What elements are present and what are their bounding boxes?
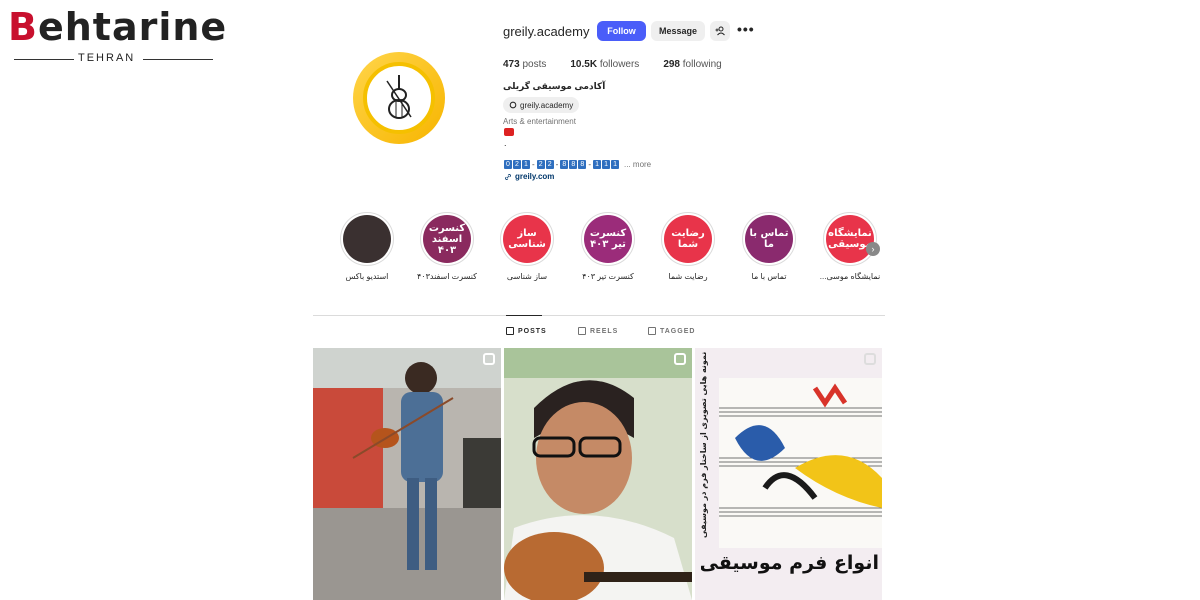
- highlight-contact[interactable]: تماس با ما تماس با ما: [729, 212, 809, 281]
- website-link[interactable]: greily.com: [504, 172, 554, 181]
- post-tile[interactable]: [313, 348, 501, 600]
- carousel-icon: [864, 353, 876, 365]
- post-caption: انواع فرم موسیقی: [701, 552, 879, 574]
- followers-stat[interactable]: 10.5K followers: [570, 59, 639, 70]
- highlight-label: تماس با ما: [751, 272, 787, 281]
- following-stat[interactable]: 298 following: [663, 59, 721, 70]
- add-user-icon: [715, 26, 725, 36]
- reel-icon: [483, 353, 495, 365]
- telephone-icon: [504, 128, 514, 136]
- post-image-violin-boy: [313, 348, 501, 600]
- avatar-logo: [363, 62, 435, 134]
- post-tile[interactable]: نمونه هایی تصویری از ساختار فرم در موسیق…: [695, 348, 882, 600]
- highlight-thumbnail: کنسرت اسفند ۴۰۳: [423, 215, 471, 263]
- tabs-divider: [313, 315, 885, 316]
- bio-line: .: [504, 138, 507, 148]
- profile-username: greily.academy: [503, 24, 590, 39]
- bio-more-link[interactable]: ... more: [624, 160, 651, 169]
- threads-badge[interactable]: greily.academy: [503, 97, 580, 113]
- profile-category: Arts & entertainment: [503, 117, 576, 126]
- tab-posts[interactable]: POSTS: [506, 327, 547, 335]
- highlight-thumbnail: رضایت شما: [664, 215, 712, 263]
- message-button[interactable]: Message: [651, 21, 705, 41]
- highlight-label: کنسرت تیر ۴۰۳: [582, 272, 634, 281]
- watermark-brand: Behtarine: [8, 5, 228, 49]
- tab-tagged[interactable]: TAGGED: [648, 327, 695, 335]
- phone-number: 0 2 1 - 2 2 - 8 8 8 - 1 1 1 ... more: [504, 160, 651, 169]
- highlight-satisfaction[interactable]: رضایت شما رضایت شما: [648, 212, 728, 281]
- highlight-thumbnail: نمایشگاه موسیقی: [826, 215, 874, 263]
- highlight-thumbnail: کنسرت تیر ۴۰۳: [584, 215, 632, 263]
- active-tab-indicator: [506, 315, 542, 316]
- grid-icon: [506, 327, 514, 335]
- highlight-thumbnail: تماس با ما: [745, 215, 793, 263]
- highlight-label: کنسرت اسفند۴۰۳: [416, 272, 477, 281]
- link-icon: [505, 173, 511, 180]
- watermark-rule-right: [143, 59, 213, 60]
- threads-icon: [509, 101, 517, 109]
- tagged-icon: [648, 327, 656, 335]
- posts-stat: 473 posts: [503, 59, 547, 70]
- highlight-thumbnail: [343, 215, 391, 263]
- highlight-studio-box[interactable]: استدیو باکس: [327, 212, 407, 281]
- watermark-city: TEHRAN: [78, 52, 136, 64]
- post-side-text: نمونه هایی تصویری از ساختار فرم در موسیق…: [699, 351, 708, 538]
- more-options-icon[interactable]: •••: [737, 22, 755, 36]
- reel-icon: [674, 353, 686, 365]
- profile-avatar[interactable]: [353, 52, 445, 144]
- chevron-right-icon[interactable]: ›: [866, 242, 880, 256]
- watermark-logo: Behtarine TEHRAN: [8, 6, 226, 64]
- violin-icon: [386, 75, 412, 119]
- reels-icon: [578, 327, 586, 335]
- follow-button[interactable]: Follow: [597, 21, 646, 41]
- profile-stats: 473 posts 10.5K followers 298 following: [503, 59, 746, 70]
- highlight-label: رضایت شما: [668, 272, 708, 281]
- highlight-instruments[interactable]: ساز شناسی ساز شناسی: [487, 212, 567, 281]
- highlight-concert-tir[interactable]: کنسرت تیر ۴۰۳ کنسرت تیر ۴۰۳: [568, 212, 648, 281]
- highlight-concert-esfand[interactable]: کنسرت اسفند ۴۰۳ کنسرت اسفند۴۰۳: [407, 212, 487, 281]
- post-tile[interactable]: [504, 348, 692, 600]
- highlight-label: استدیو باکس: [345, 272, 389, 281]
- post-image-guitar-boy: [504, 348, 692, 600]
- highlight-label: ساز شناسی: [506, 272, 548, 281]
- threads-handle: greily.academy: [520, 100, 574, 110]
- highlight-label: نمایشگاه موسی...: [819, 272, 881, 281]
- watermark-rule-left: [14, 59, 74, 60]
- highlight-thumbnail: ساز شناسی: [503, 215, 551, 263]
- profile-full-name: آکادمی موسیقی گریلی: [503, 81, 606, 91]
- suggest-user-button[interactable]: [710, 21, 730, 41]
- tab-reels[interactable]: REELS: [578, 327, 618, 335]
